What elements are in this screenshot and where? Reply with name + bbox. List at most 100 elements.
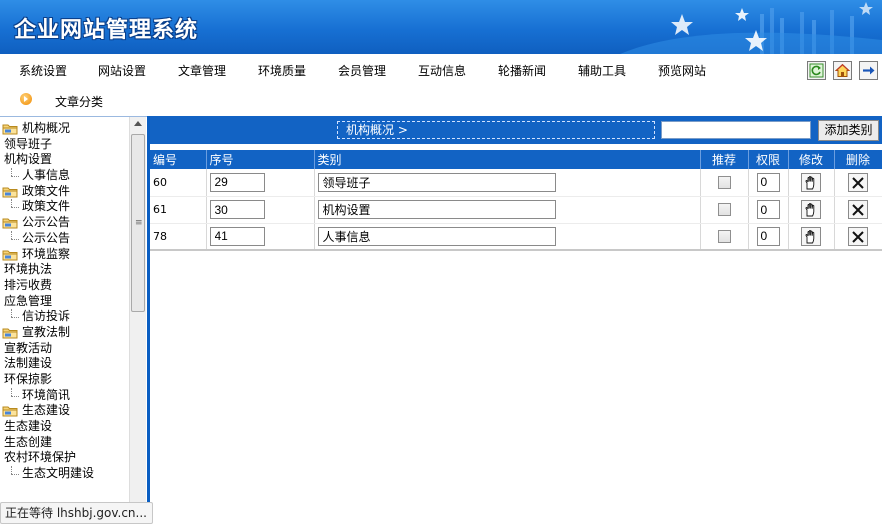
tree-item-sub[interactable]: 公示公告 — [0, 230, 128, 247]
tree-item-folder[interactable]: 环境监察 — [0, 247, 128, 263]
tree-item-sub[interactable]: 人事信息 — [0, 168, 128, 184]
category-table: 编号 序号 类别 推荐 权限 修改 删除 606178 — [150, 150, 882, 251]
folder-icon — [2, 218, 18, 229]
tree-item-leaf[interactable]: 排污收费 — [0, 278, 128, 294]
nav-item-article-management[interactable]: 文章管理 — [178, 62, 226, 79]
nav-item-preview-site[interactable]: 预览网站 — [658, 62, 706, 79]
tree-item-label: 生态文明建设 — [22, 466, 95, 481]
add-category-button[interactable]: 添加类别 — [818, 120, 879, 141]
tree-item-label: 生态建设 — [22, 403, 71, 418]
tree-item-label: 公示公告 — [22, 215, 71, 230]
table-header: 编号 序号 类别 推荐 权限 修改 删除 — [150, 150, 882, 169]
col-id: 编号 — [150, 150, 207, 169]
recommend-checkbox[interactable] — [717, 203, 731, 217]
home-icon[interactable] — [833, 61, 852, 80]
tree-item-label: 宣教法制 — [22, 324, 71, 339]
nav-item-auxiliary-tools[interactable]: 辅助工具 — [578, 62, 626, 79]
grip-icon: ≡ — [135, 218, 143, 228]
browser-status-bar: 正在等待 lhshbj.gov.cn... — [0, 502, 153, 524]
category-name-input[interactable] — [317, 226, 556, 246]
breadcrumb[interactable]: 机构概况 > — [337, 121, 655, 139]
nav-item-interactive-info[interactable]: 互动信息 — [418, 62, 466, 79]
tree-item-label: 机构设置 — [4, 152, 53, 167]
category-name-input[interactable] — [317, 200, 556, 219]
scrollbar-thumb[interactable]: ≡ — [131, 134, 145, 312]
subnav-article-category[interactable]: 文章分类 — [55, 93, 103, 110]
order-input[interactable] — [209, 226, 265, 246]
tree-item-leaf[interactable]: 生态建设 — [0, 419, 128, 435]
tree-item-label: 领导班子 — [4, 136, 53, 151]
table-row: 61 — [150, 196, 882, 224]
tree-item-leaf[interactable]: 生态创建 — [0, 435, 128, 451]
tree-item-leaf[interactable]: 应急管理 — [0, 294, 128, 310]
tree-item-label: 法制建设 — [4, 356, 53, 371]
tree-item-sub[interactable]: 政策文件 — [0, 199, 128, 215]
delete-x-icon[interactable] — [848, 172, 868, 192]
delete-x-icon[interactable] — [848, 226, 868, 246]
tree-item-leaf[interactable]: 农村环境保护 — [0, 450, 128, 466]
tree-item-leaf[interactable]: 环保掠影 — [0, 372, 128, 388]
recommend-checkbox[interactable] — [717, 230, 731, 243]
tree-item-leaf[interactable]: 法制建设 — [0, 356, 128, 372]
action-bar: 机构概况 > 添加类别 — [150, 116, 882, 144]
refresh-icon[interactable] — [807, 61, 826, 80]
logout-arrow-icon[interactable] — [859, 61, 878, 80]
tree-item-label: 农村环境保护 — [4, 450, 77, 465]
table-row: 78 — [150, 223, 882, 251]
tree-item-sub[interactable]: 环境简讯 — [0, 387, 128, 404]
scroll-up-arrow-icon[interactable] — [134, 121, 142, 126]
delete-x-icon[interactable] — [848, 200, 868, 219]
row-id: 61 — [150, 196, 207, 224]
nav-item-system-settings[interactable]: 系统设置 — [19, 62, 67, 79]
recommend-checkbox[interactable] — [717, 176, 731, 189]
permission-input[interactable] — [756, 226, 780, 246]
col-order: 序号 — [206, 150, 315, 169]
tree-item-leaf[interactable]: 机构设置 — [0, 152, 128, 168]
order-input[interactable] — [209, 172, 265, 192]
col-category: 类别 — [314, 150, 701, 169]
tree-item-label: 宣教活动 — [4, 340, 53, 355]
table-row: 60 — [150, 169, 882, 197]
orange-bullet-icon — [20, 93, 32, 105]
tree-item-sub[interactable]: 信访投诉 — [0, 309, 128, 325]
sub-nav: 文章分类 — [0, 85, 882, 113]
category-name-input[interactable] — [317, 172, 556, 192]
folder-icon — [2, 328, 18, 339]
top-nav: 系统设置 网站设置 文章管理 环境质量 会员管理 互动信息 轮播新闻 辅助工具 … — [0, 54, 882, 85]
nav-item-environment-quality[interactable]: 环境质量 — [258, 62, 306, 79]
nav-item-site-settings[interactable]: 网站设置 — [98, 62, 146, 79]
permission-input[interactable] — [756, 200, 780, 219]
tree-item-folder[interactable]: 公示公告 — [0, 215, 128, 231]
permission-input[interactable] — [756, 172, 780, 192]
tree-item-label: 环保掠影 — [4, 372, 53, 386]
tree-item-folder[interactable]: 生态建设 — [0, 403, 128, 419]
edit-hand-icon[interactable] — [801, 200, 821, 219]
order-input[interactable] — [209, 200, 265, 219]
tree-scrollbar[interactable]: ≡ — [129, 117, 146, 524]
tree-item-leaf[interactable]: 领导班子 — [0, 137, 128, 153]
tree-item-label: 公示公告 — [22, 230, 71, 245]
folder-icon — [2, 406, 18, 417]
main-content: 机构概况 > 添加类别 编号 序号 类别 推荐 权限 修改 删除 606178 — [150, 116, 882, 524]
nav-item-member-management[interactable]: 会员管理 — [338, 62, 386, 79]
folder-icon — [2, 124, 18, 135]
edit-hand-icon[interactable] — [801, 172, 821, 192]
tree-item-label: 环境执法 — [4, 262, 53, 277]
edit-hand-icon[interactable] — [801, 226, 821, 246]
tree-item-leaf[interactable]: 宣教活动 — [0, 341, 128, 357]
col-delete: 删除 — [834, 150, 882, 169]
tree-item-label: 应急管理 — [4, 293, 53, 308]
nav-item-carousel-news[interactable]: 轮播新闻 — [498, 62, 546, 79]
col-recommend: 推荐 — [700, 150, 749, 169]
tree-item-label: 排污收费 — [4, 277, 53, 292]
tree-item-leaf[interactable]: 环境执法 — [0, 262, 128, 278]
category-search-input[interactable] — [661, 121, 811, 139]
tree-item-label: 政策文件 — [22, 183, 71, 198]
category-tree-panel: 机构概况 领导班子 机构设置 人事信息 政策文件 政策文件 公示公告 公示公告 环境监察 环境执法… — [0, 116, 147, 524]
tree-item-folder[interactable]: 政策文件 — [0, 184, 128, 200]
row-id: 60 — [150, 169, 207, 197]
tree-item-folder[interactable]: 宣教法制 — [0, 325, 128, 341]
tree-item-sub[interactable]: 生态文明建设 — [0, 466, 128, 482]
tree-item-folder[interactable]: 机构概况 — [0, 121, 128, 137]
folder-icon — [2, 187, 18, 198]
